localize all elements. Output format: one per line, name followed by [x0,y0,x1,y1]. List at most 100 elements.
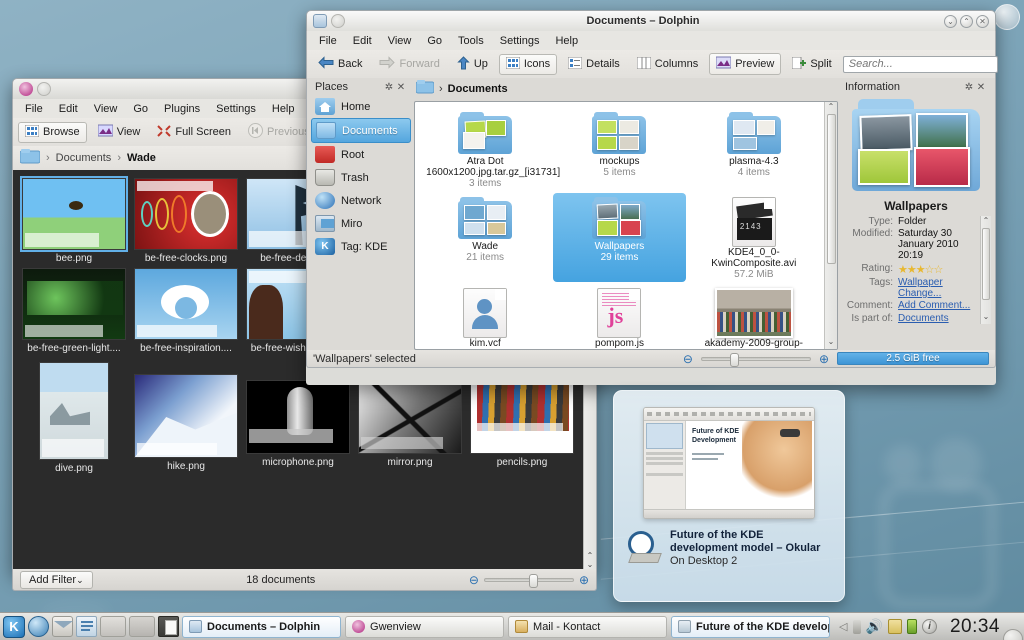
up-button[interactable]: Up [451,54,494,75]
clipboard-launcher[interactable] [158,616,179,637]
clipboard-icon[interactable] [888,619,902,634]
preview-button[interactable]: Preview [709,53,781,75]
thumbnail-image[interactable] [246,380,350,454]
view-button[interactable]: View [92,122,147,142]
icons-view-button[interactable]: Icons [499,54,557,75]
scroll-up-arrow[interactable]: ⌃ [828,102,835,114]
add-filter-button[interactable]: Add Filter⌄ [20,571,93,589]
dolphin-menubar[interactable]: File Edit View Go Tools Settings Help [306,31,996,50]
menu-go[interactable]: Go [420,34,449,48]
menu-go[interactable]: Go [126,102,155,116]
info-icon[interactable]: i [922,619,937,634]
thumbnail-image[interactable] [22,268,126,340]
zoom-out-icon[interactable]: ⊖ [469,573,479,587]
change-tags-link[interactable]: Change... [898,288,941,299]
scroll-down-arrow[interactable]: ⌄ [587,560,594,569]
menu-settings[interactable]: Settings [493,34,547,48]
browse-button[interactable]: Browse [18,122,87,143]
fullscreen-button[interactable]: Full Screen [151,123,237,142]
menu-settings[interactable]: Settings [209,102,263,116]
shade-button[interactable]: ⌄ [944,15,957,28]
task-button-kontact[interactable]: Mail - Kontact [508,616,667,638]
task-preview-widget[interactable]: Future of KDE Development Future of the … [613,390,845,602]
system-tray[interactable]: ◁ 🔊 i [833,618,943,635]
clock[interactable]: 20:34 [946,616,1004,638]
kmail-launcher[interactable] [52,616,73,637]
chevron-left-icon[interactable]: ◁ [839,620,847,633]
menu-help[interactable]: Help [548,34,585,48]
dolphin-zoom-slider[interactable] [701,357,811,361]
gwenview-zoom-slider[interactable] [484,578,574,582]
place-item-tag-kde[interactable]: K Tag: KDE [311,235,411,258]
add-comment-link[interactable]: Add Comment... [898,300,980,311]
menu-help[interactable]: Help [265,102,302,116]
menu-plugins[interactable]: Plugins [157,102,207,116]
pager-desktop-1[interactable] [100,616,126,637]
file-item[interactable]: kim.vcf 4.5 KiB [419,284,551,350]
task-button-gwenview[interactable]: Gwenview [345,616,504,638]
details-view-button[interactable]: Details [562,55,626,74]
thumbnail-image[interactable] [134,178,238,250]
scroll-down-arrow[interactable]: ⌄ [983,312,990,324]
dolphin-breadcrumb[interactable]: › Documents [414,78,838,101]
menu-file[interactable]: File [312,34,344,48]
place-item-network[interactable]: Network [311,189,411,212]
columns-view-button[interactable]: Columns [631,55,704,74]
zoom-out-icon[interactable]: ⊖ [683,352,693,366]
panel-toolbox-icon[interactable] [1003,629,1023,640]
place-item-home[interactable]: Home [311,95,411,118]
file-item[interactable]: 2143 KDE4_0_0-KwinComposite.avi 57.2 MiB [688,193,820,282]
kate-launcher[interactable] [76,616,97,637]
places-config-icon[interactable]: ✲ [383,82,395,93]
thumbnail-item[interactable]: bee.png [19,178,129,264]
thumbnail-item[interactable]: be-free-inspiration.... [131,268,241,354]
file-item[interactable]: Wade 21 items [419,193,551,282]
menu-edit[interactable]: Edit [52,102,85,116]
places-close-icon[interactable]: ✕ [395,82,407,93]
thumbnail-image[interactable] [358,380,462,454]
scroll-up-arrow[interactable]: ⌃ [983,216,990,228]
task-button-dolphin[interactable]: Documents – Dolphin [182,616,341,638]
task-button-okular[interactable]: Future of the KDE developme [671,616,830,638]
place-item-miro[interactable]: Miro [311,212,411,235]
file-item[interactable]: Atra Dot 1600x1200.jpg.tar.gz_[i31731] 3… [419,108,551,191]
close-button[interactable]: ✕ [976,15,989,28]
scrollbar-thumb[interactable] [827,114,836,264]
menu-file[interactable]: File [18,102,50,116]
scroll-up-arrow[interactable]: ⌃ [587,551,594,560]
info-value-tags[interactable]: Wallpaper [898,277,943,288]
is-part-of-link[interactable]: Documents [898,313,980,324]
dolphin-file-view[interactable]: Atra Dot 1600x1200.jpg.tar.gz_[i31731] 3… [414,101,838,350]
scrollbar-thumb[interactable] [982,228,990,300]
taskbar-panel[interactable]: K Documents – Dolphin Gwenview Mail - Ko… [0,612,1024,640]
file-item[interactable]: plasma-4.3 4 items [688,108,820,191]
zoom-in-icon[interactable]: ⊕ [579,573,589,587]
thumbnail-image[interactable] [134,268,238,340]
thumbnail-item[interactable]: microphone.png [243,380,353,474]
thumbnail-item[interactable]: hike.png [131,374,241,474]
scroll-down-arrow[interactable]: ⌄ [828,337,835,349]
place-item-root[interactable]: Root [311,143,411,166]
gwenview-menu-button[interactable] [37,82,51,96]
klipper-icon[interactable] [853,620,861,634]
file-view-scrollbar[interactable]: ⌃ ⌄ [824,102,837,349]
thumbnail-image[interactable] [22,178,126,250]
place-item-trash[interactable]: Trash [311,166,411,189]
thumbnail-item[interactable]: be-free-green-light.... [19,268,129,354]
dolphin-titlebar[interactable]: Documents – Dolphin ⌄ ⌃ ✕ [306,10,996,31]
file-item[interactable]: Wallpapers 29 items [553,193,685,282]
split-button[interactable]: Split [786,55,837,74]
dolphin-window[interactable]: Documents – Dolphin ⌄ ⌃ ✕ File Edit View… [306,10,996,385]
information-config-icon[interactable]: ✲ [963,82,975,93]
pager-desktop-2[interactable] [129,616,155,637]
search-input[interactable] [843,56,998,73]
back-button[interactable]: Back [312,54,368,74]
thumbnail-item[interactable]: dive.png [19,362,129,474]
kmenu-button[interactable]: K [3,616,25,638]
thumbnail-image[interactable] [39,362,109,460]
information-close-icon[interactable]: ✕ [975,82,987,93]
zoom-in-icon[interactable]: ⊕ [819,352,829,366]
breadcrumb-parent[interactable]: Documents [56,152,112,164]
file-item[interactable]: mockups 5 items [553,108,685,191]
information-scrollbar[interactable]: ⌃ ⌄ [980,216,991,324]
